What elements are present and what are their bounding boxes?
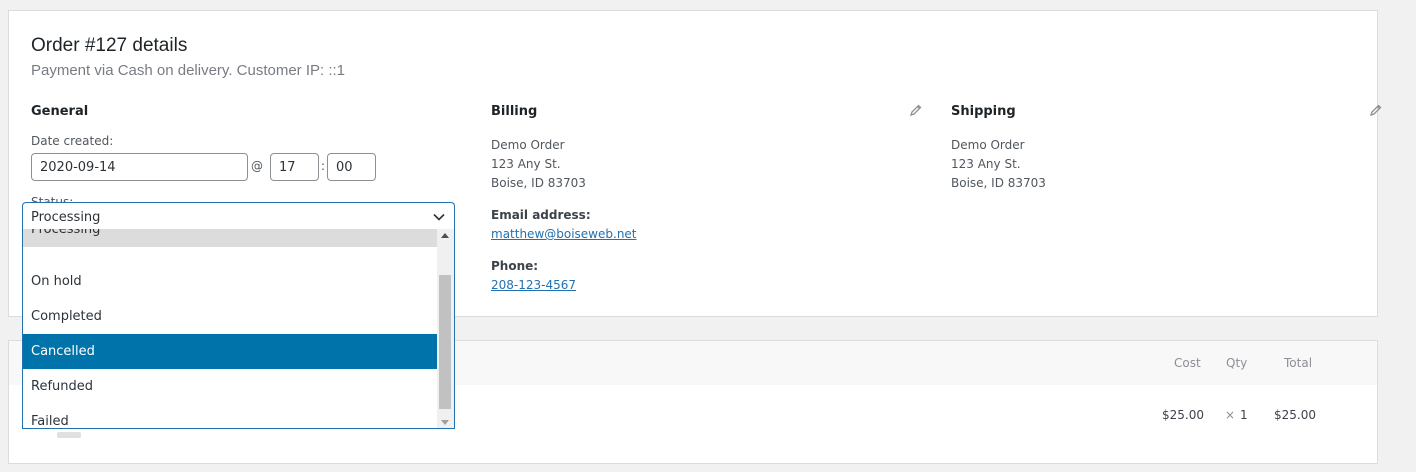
hour-input[interactable] [270, 153, 319, 181]
billing-heading: Billing [491, 104, 538, 119]
page-subtitle: Payment via Cash on delivery. Customer I… [31, 62, 346, 79]
scroll-thumb[interactable] [439, 275, 451, 409]
status-option-on-hold[interactable]: On hold [23, 264, 437, 299]
status-dropdown-list: Processing On hold Completed Cancelled R… [22, 229, 455, 429]
status-option-completed[interactable]: Completed [23, 299, 437, 334]
time-colon: : [321, 159, 326, 173]
item-thumbnail [57, 432, 81, 438]
scroll-down-icon[interactable] [441, 420, 449, 425]
column-header-total: Total [1284, 356, 1313, 370]
email-label: Email address: [491, 208, 591, 222]
column-header-qty: Qty [1226, 356, 1248, 370]
status-selected-value: Processing [31, 210, 101, 225]
status-select[interactable]: Processing [22, 202, 455, 230]
scroll-up-icon[interactable] [441, 233, 449, 238]
item-total: $25.00 [1274, 408, 1316, 422]
qty-times-symbol: × [1225, 408, 1236, 422]
date-created-label: Date created: [31, 134, 114, 148]
shipping-address-line: 123 Any St. [951, 157, 1021, 171]
billing-address-line: Demo Order [491, 138, 565, 152]
chevron-down-icon [433, 213, 445, 221]
email-link[interactable]: matthew@boiseweb.net [491, 227, 637, 241]
at-symbol: @ [251, 159, 263, 173]
item-cost: $25.00 [1162, 408, 1204, 422]
dropdown-scrollbar[interactable] [437, 229, 454, 428]
general-heading: General [31, 104, 89, 119]
status-option-processing[interactable]: Processing [23, 229, 437, 247]
billing-address-line: Boise, ID 83703 [491, 176, 586, 190]
item-qty: 1 [1240, 408, 1248, 422]
shipping-address-line: Demo Order [951, 138, 1025, 152]
billing-address-line: 123 Any St. [491, 157, 561, 171]
status-option-failed[interactable]: Failed [23, 404, 437, 428]
phone-link[interactable]: 208-123-4567 [491, 278, 576, 292]
column-header-cost: Cost [1174, 356, 1201, 370]
shipping-address-line: Boise, ID 83703 [951, 176, 1046, 190]
pencil-icon[interactable] [1369, 103, 1383, 117]
date-created-input[interactable] [31, 153, 248, 181]
shipping-heading: Shipping [951, 104, 1016, 119]
status-option-refunded[interactable]: Refunded [23, 369, 437, 404]
phone-label: Phone: [491, 259, 539, 273]
minute-input[interactable] [327, 153, 376, 181]
page-title: Order #127 details [31, 35, 188, 56]
pencil-icon[interactable] [909, 103, 923, 117]
status-option-cancelled[interactable]: Cancelled [23, 334, 437, 369]
